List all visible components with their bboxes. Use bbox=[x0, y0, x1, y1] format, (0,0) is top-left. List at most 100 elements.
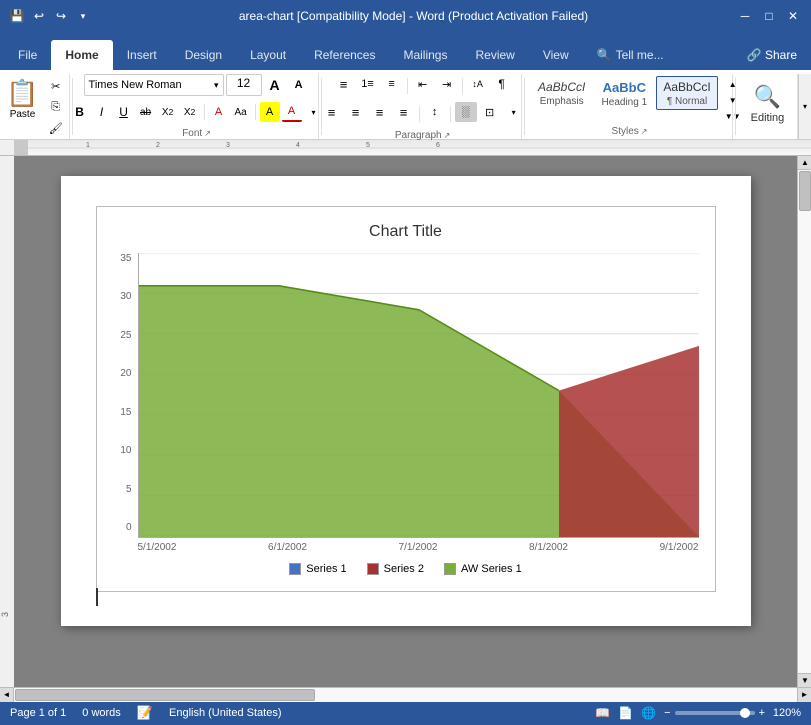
tab-view[interactable]: View bbox=[529, 40, 583, 70]
paste-button[interactable]: 📋 Paste bbox=[2, 76, 42, 122]
scroll-left-button[interactable]: ◄ bbox=[0, 688, 14, 702]
clipboard-group-content: 📋 Paste ✂ ⎘ 🖌 bbox=[2, 74, 66, 138]
line-spacing-button[interactable]: ↕ bbox=[424, 102, 446, 122]
styles-expand-icon[interactable]: ↗ bbox=[641, 127, 648, 136]
ribbon-tabs: File Home Insert Design Layout Reference… bbox=[0, 32, 811, 70]
svg-text:4: 4 bbox=[296, 142, 300, 149]
tab-layout[interactable]: Layout bbox=[236, 40, 300, 70]
font-family-selector[interactable]: Times New Roman ▾ bbox=[84, 74, 224, 96]
align-center-button[interactable]: ≡ bbox=[345, 102, 367, 122]
underline-button[interactable]: U bbox=[114, 102, 134, 122]
strikethrough-button[interactable]: ab bbox=[136, 102, 156, 122]
bullets-button[interactable]: ≡ bbox=[333, 74, 355, 94]
bold-button[interactable]: B bbox=[70, 102, 90, 122]
tab-share[interactable]: 🔗 Share bbox=[733, 40, 811, 70]
numbering-button[interactable]: 1≡ bbox=[357, 74, 379, 94]
para-sep1 bbox=[407, 78, 408, 94]
right-scrollbar[interactable]: ▲ ▼ bbox=[797, 156, 811, 687]
tab-references[interactable]: References bbox=[300, 40, 389, 70]
x-label-3: 8/1/2002 bbox=[529, 542, 568, 553]
align-left-button[interactable]: ≡ bbox=[321, 102, 343, 122]
copy-button[interactable]: ⎘ bbox=[45, 97, 67, 117]
tab-review[interactable]: Review bbox=[461, 40, 528, 70]
change-case-button[interactable]: Aa bbox=[231, 102, 251, 122]
zoom-level[interactable]: 120% bbox=[769, 707, 801, 719]
document-scroll-area[interactable]: Chart Title 0 5 10 15 20 25 30 35 bbox=[14, 156, 797, 687]
svg-text:1: 1 bbox=[86, 142, 90, 149]
bottom-scroll-track[interactable] bbox=[14, 688, 797, 702]
scroll-up-button[interactable]: ▲ bbox=[798, 156, 811, 170]
maximize-button[interactable]: □ bbox=[759, 6, 779, 26]
scroll-track[interactable] bbox=[798, 170, 811, 673]
scroll-right-button[interactable]: ► bbox=[797, 688, 811, 702]
font-grow-icon[interactable]: A bbox=[264, 75, 286, 95]
y-label-5: 5 bbox=[126, 484, 132, 495]
tab-design[interactable]: Design bbox=[171, 40, 236, 70]
legend-series2-color bbox=[367, 563, 379, 575]
tab-file[interactable]: File bbox=[4, 40, 51, 70]
tab-tell-me[interactable]: 🔍 Tell me... bbox=[583, 40, 678, 70]
track-changes-icon[interactable]: 📝 bbox=[137, 705, 153, 721]
justify-button[interactable]: ≡ bbox=[393, 102, 415, 122]
italic-button[interactable]: I bbox=[92, 102, 112, 122]
subscript-button[interactable]: X2 bbox=[158, 102, 178, 122]
style-emphasis[interactable]: AaBbCcI Emphasis bbox=[531, 76, 592, 110]
tab-mailings[interactable]: Mailings bbox=[389, 40, 461, 70]
language-status[interactable]: English (United States) bbox=[169, 707, 282, 719]
web-view-icon[interactable]: 🌐 bbox=[641, 706, 656, 720]
clipboard-group: 📋 Paste ✂ ⎘ 🖌 Clipboard ↗ bbox=[0, 74, 70, 139]
para-expand-icon[interactable]: ↗ bbox=[444, 131, 451, 140]
svg-text:6: 6 bbox=[436, 142, 440, 149]
minimize-button[interactable]: ─ bbox=[735, 6, 755, 26]
title-bar-controls: ─ □ ✕ bbox=[735, 6, 803, 26]
tab-home[interactable]: Home bbox=[51, 40, 112, 70]
format-painter-button[interactable]: 🖌 bbox=[45, 118, 67, 138]
borders-dropdown-icon[interactable]: ▾ bbox=[503, 102, 525, 122]
style-normal[interactable]: AaBbCcI ¶ Normal bbox=[656, 76, 717, 110]
bottom-scrollbar[interactable]: ◄ ► bbox=[0, 687, 811, 701]
ribbon-scroll-right[interactable]: ▾ bbox=[798, 74, 811, 139]
main-area: 3 Chart Title 0 5 10 15 20 bbox=[0, 156, 811, 687]
zoom-in-icon[interactable]: + bbox=[759, 707, 765, 719]
redo-icon[interactable]: ↪ bbox=[52, 7, 70, 25]
scroll-thumb[interactable] bbox=[799, 171, 811, 211]
close-button[interactable]: ✕ bbox=[783, 6, 803, 26]
font-expand-icon[interactable]: ↗ bbox=[204, 129, 211, 138]
highlight-button[interactable]: A bbox=[260, 102, 280, 122]
zoom-out-icon[interactable]: − bbox=[664, 707, 670, 719]
align-right-button[interactable]: ≡ bbox=[369, 102, 391, 122]
chart-title: Chart Title bbox=[113, 223, 699, 241]
clear-format-button[interactable]: A bbox=[209, 102, 229, 122]
font-color-button[interactable]: A bbox=[282, 102, 302, 122]
sort-button[interactable]: ↕A bbox=[467, 74, 489, 94]
font-size-selector[interactable]: 12 bbox=[226, 74, 262, 96]
legend-aw-series-color bbox=[444, 563, 456, 575]
show-hide-button[interactable]: ¶ bbox=[491, 74, 513, 94]
cut-button[interactable]: ✂ bbox=[45, 76, 67, 96]
borders-button[interactable]: ⊡ bbox=[479, 102, 501, 122]
decrease-indent-button[interactable]: ⇤ bbox=[412, 74, 434, 94]
font-family-dropdown-icon[interactable]: ▾ bbox=[214, 80, 219, 91]
tab-insert[interactable]: Insert bbox=[113, 40, 171, 70]
chart-legend: Series 1 Series 2 AW Series 1 bbox=[113, 563, 699, 575]
increase-indent-button[interactable]: ⇥ bbox=[436, 74, 458, 94]
find-replace-icon[interactable]: 🔍 bbox=[754, 84, 781, 110]
scroll-down-button[interactable]: ▼ bbox=[798, 673, 811, 687]
font-shrink-icon[interactable]: A bbox=[288, 75, 310, 95]
qat-dropdown-icon[interactable]: ▾ bbox=[74, 7, 92, 25]
chart-plot-container: 5/1/2002 6/1/2002 7/1/2002 8/1/2002 9/1/… bbox=[138, 253, 699, 553]
multilevel-button[interactable]: ≡ bbox=[381, 74, 403, 94]
shading-button[interactable]: ░ bbox=[455, 102, 477, 122]
style-normal-label: ¶ Normal bbox=[667, 96, 707, 107]
editing-group-label-bottom bbox=[744, 135, 791, 137]
undo-icon[interactable]: ↩ bbox=[30, 7, 48, 25]
read-mode-icon[interactable]: 📖 bbox=[595, 706, 610, 720]
chart-container[interactable]: Chart Title 0 5 10 15 20 25 30 35 bbox=[96, 206, 716, 592]
zoom-slider[interactable] bbox=[675, 711, 755, 715]
save-icon[interactable]: 💾 bbox=[8, 7, 26, 25]
superscript-button[interactable]: X2 bbox=[180, 102, 200, 122]
bottom-scroll-thumb[interactable] bbox=[15, 689, 315, 701]
print-layout-icon[interactable]: 📄 bbox=[618, 706, 633, 720]
style-heading1[interactable]: AaBbC Heading 1 bbox=[594, 76, 654, 111]
cut-icon: ✂ bbox=[51, 80, 60, 93]
